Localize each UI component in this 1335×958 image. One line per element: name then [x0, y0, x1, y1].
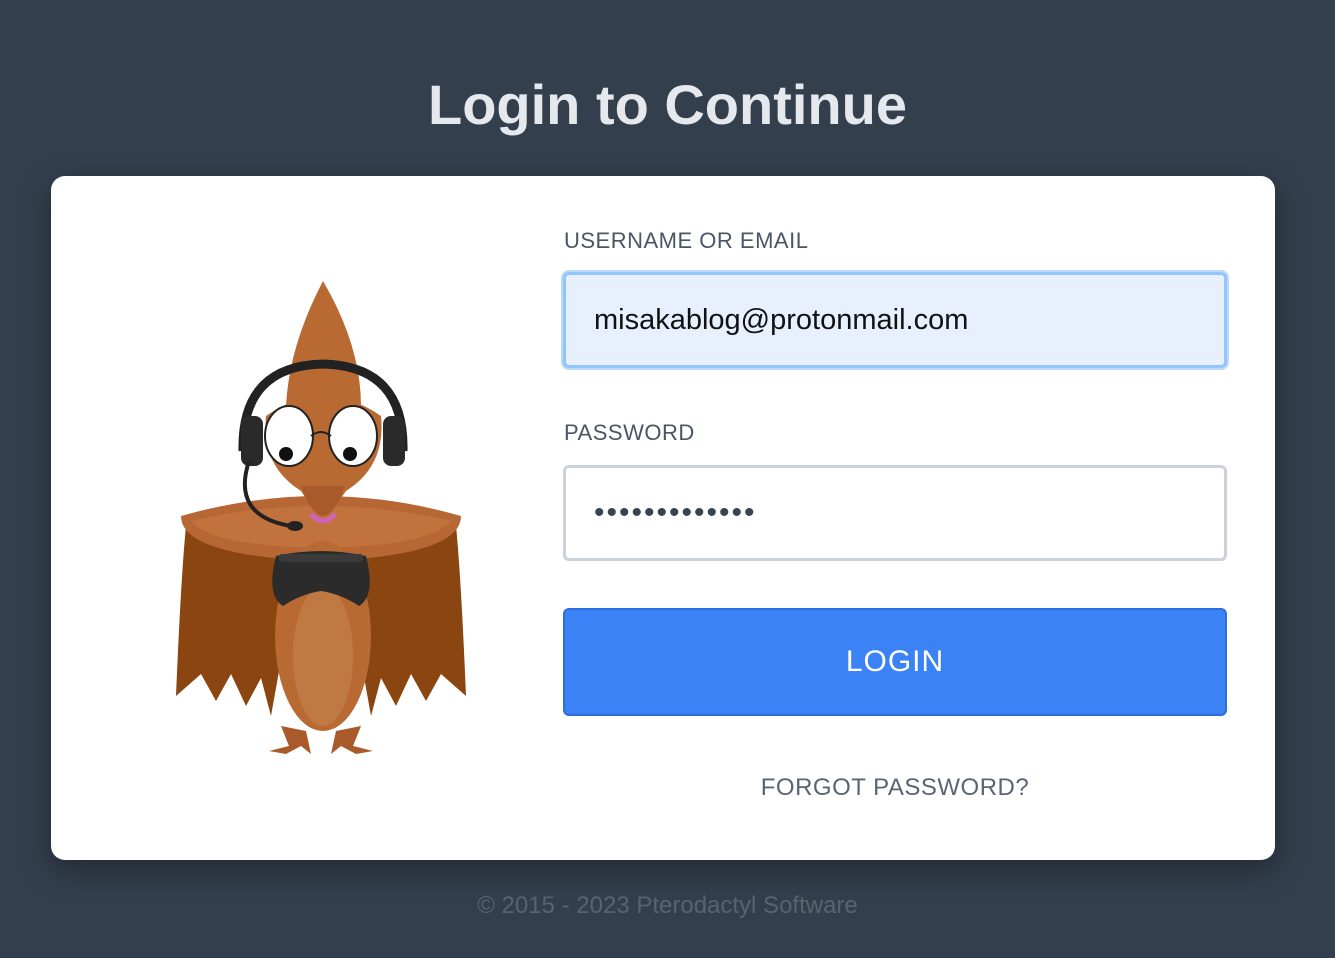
password-input[interactable]: [563, 465, 1227, 561]
footer-copyright: © 2015 - 2023 Pterodactyl Software: [477, 892, 858, 919]
username-input[interactable]: [563, 272, 1227, 368]
password-label: PASSWORD: [564, 420, 695, 445]
login-card: USERNAME OR EMAIL PASSWORD LOGIN FORGOT …: [51, 176, 1275, 860]
forgot-password-link[interactable]: FORGOT PASSWORD?: [563, 774, 1227, 802]
login-button[interactable]: LOGIN: [563, 608, 1227, 716]
pterodactyl-mascot-icon: [176, 281, 466, 754]
page-title: Login to Continue: [428, 73, 907, 136]
username-label: USERNAME OR EMAIL: [564, 228, 809, 253]
